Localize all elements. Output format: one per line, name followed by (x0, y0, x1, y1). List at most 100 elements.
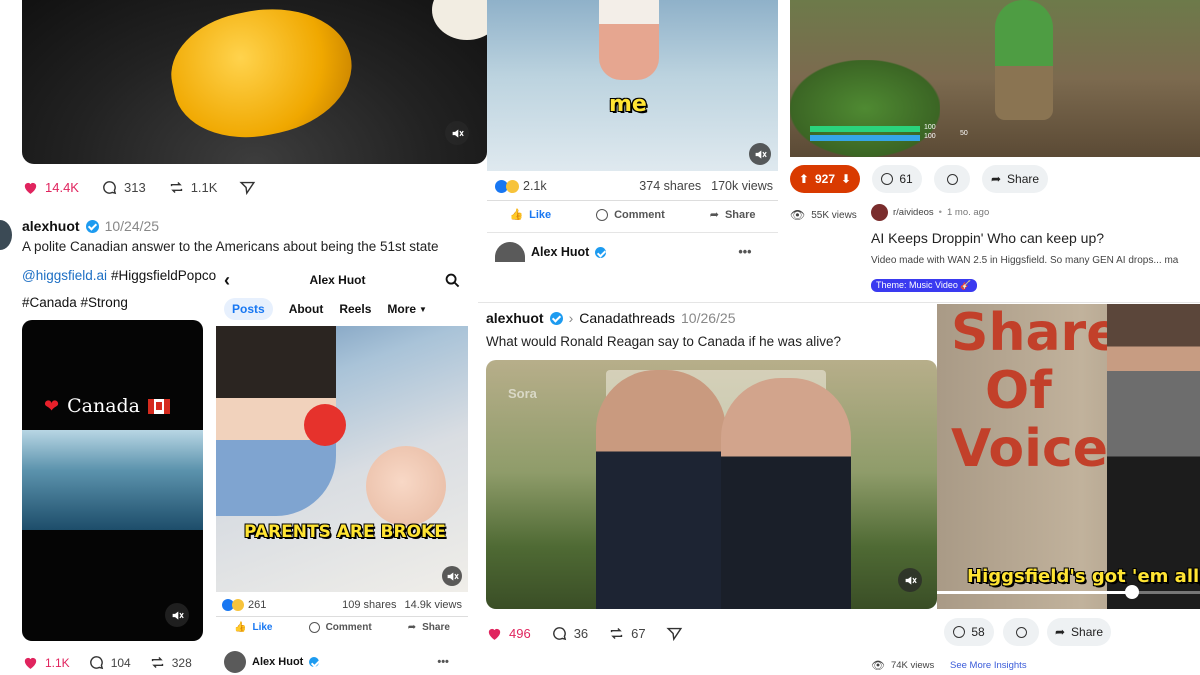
comment-button[interactable]: Comment (308, 622, 372, 633)
hashtag-link[interactable]: #HiggsfieldPopcorn (111, 268, 217, 283)
like-button[interactable]: 14.4K (22, 179, 79, 196)
repost-button[interactable]: 67 (608, 625, 646, 642)
progress-handle[interactable] (1125, 585, 1139, 599)
tab-about[interactable]: About (289, 302, 324, 316)
verified-icon (549, 311, 563, 325)
share-of-voice-video[interactable]: Share Of Voice Higgsfield's got 'em all, (937, 304, 1200, 609)
fb-profile-tabs: Posts About Reels More ▼ (224, 298, 427, 320)
more-options-icon[interactable]: ••• (738, 245, 751, 259)
comment-count: 61 (899, 172, 913, 186)
comments-button[interactable]: 58 (944, 618, 994, 646)
share-view-stats: 109 shares 14.9k views (342, 599, 462, 611)
more-options-icon[interactable]: ••• (437, 656, 449, 668)
repost-count: 67 (631, 626, 646, 641)
standing-man (1107, 304, 1200, 609)
comment-button[interactable]: 104 (88, 654, 131, 671)
game-video[interactable]: 100 100 50 (790, 0, 1200, 157)
username[interactable]: alexhuot (22, 218, 80, 234)
reagan-video[interactable]: Sora (486, 360, 937, 609)
comment-button[interactable]: Comment (596, 208, 665, 221)
underwater-image (22, 430, 203, 530)
popcorn-actions: 14.4K 313 1.1K (22, 179, 256, 196)
like-button[interactable]: 👍 Like (234, 622, 272, 633)
wall-word: Of (985, 361, 1052, 421)
subreddit-avatar[interactable] (871, 204, 888, 221)
mute-icon[interactable] (898, 568, 922, 592)
verified-icon (85, 219, 99, 233)
like-button[interactable]: 496 (486, 625, 531, 642)
send-icon (666, 627, 682, 642)
comment-button[interactable]: 313 (101, 179, 146, 196)
send-button[interactable] (239, 179, 256, 196)
comment-count: 58 (971, 625, 985, 639)
search-icon[interactable] (445, 273, 460, 288)
author-name[interactable]: Alex Huot (252, 656, 303, 668)
vote-button[interactable]: ⬆ 927 ⬇ (790, 165, 860, 193)
subreddit-name[interactable]: r/aivideos (893, 207, 934, 218)
award-button[interactable] (1003, 618, 1039, 646)
share-button[interactable]: ➦ Share (982, 165, 1048, 193)
like-button[interactable]: 1.1K (22, 654, 70, 671)
tab-reels[interactable]: Reels (339, 302, 371, 316)
comment-icon (103, 181, 117, 195)
share-count[interactable]: 109 shares (342, 599, 396, 611)
share-label: Share (1071, 625, 1104, 639)
mention-link[interactable]: @higgsfield.ai (22, 268, 107, 283)
share-button[interactable]: ➦ Share (710, 208, 756, 222)
heart-icon (24, 657, 37, 669)
comments-button[interactable]: 61 (872, 165, 922, 193)
share-label: Share (1007, 172, 1040, 186)
avatar[interactable] (495, 242, 525, 262)
comment-icon (308, 622, 320, 633)
popcorn-video[interactable] (22, 0, 487, 164)
back-icon[interactable]: ‹ (224, 270, 230, 291)
mute-icon[interactable] (442, 566, 462, 586)
tab-posts[interactable]: Posts (224, 298, 273, 320)
avatar[interactable] (224, 651, 246, 673)
eye-icon: 👁 (871, 660, 885, 672)
like-button[interactable]: 👍 Like (509, 208, 551, 222)
popcorn-kernel (160, 0, 364, 153)
share-count[interactable]: 374 shares (639, 179, 701, 193)
view-count: 170k views (711, 179, 773, 193)
post-tags-line1: @higgsfield.ai #HiggsfieldPopcorn (22, 268, 217, 283)
share-button[interactable]: ➦ Share (408, 622, 450, 633)
award-icon (1015, 626, 1027, 638)
reactions[interactable]: 261 (222, 599, 266, 611)
send-button[interactable] (666, 625, 683, 642)
canada-video[interactable]: ❤ Canada (22, 320, 203, 641)
subreddit-row: r/aivideos • 1 mo. ago (871, 204, 989, 221)
like-count: 1.1K (45, 655, 70, 670)
view-stats: 👁 74K views (871, 659, 934, 672)
wall-text: Share Of Voice (951, 304, 1121, 478)
post-tags-line2[interactable]: #Canada #Strong (22, 295, 128, 310)
divider (487, 232, 778, 233)
video-caption: PARENTS ARE BROKE (244, 522, 446, 542)
post-title[interactable]: AI Keeps Droppin' Who can keep up? (871, 230, 1104, 246)
hud-value: 100 (924, 133, 936, 140)
tab-more[interactable]: More ▼ (387, 302, 427, 316)
insights-link[interactable]: See More Insights (950, 660, 1027, 671)
downvote-icon[interactable]: ⬇ (841, 172, 851, 186)
repost-button[interactable]: 1.1K (168, 179, 217, 196)
award-button[interactable] (934, 165, 970, 193)
hud-value: 100 (924, 124, 936, 131)
reactions[interactable]: 2.1k (495, 179, 547, 193)
share-button[interactable]: ➦ Share (1047, 618, 1111, 646)
post-flair[interactable]: Theme: Music Video 🎸 (871, 279, 977, 292)
username[interactable]: alexhuot (486, 310, 544, 326)
mute-icon[interactable] (165, 603, 189, 627)
mute-icon[interactable] (749, 143, 771, 165)
repost-icon (611, 628, 623, 639)
parents-broke-video[interactable]: PARENTS ARE BROKE (216, 326, 468, 592)
author-name[interactable]: Alex Huot (531, 245, 589, 259)
page-name: Alex Huot (309, 273, 366, 287)
comment-button[interactable]: 36 (551, 625, 588, 642)
mute-icon[interactable] (445, 121, 469, 145)
verified-icon (309, 657, 320, 667)
channel-name[interactable]: Canadathreads (579, 310, 675, 326)
repost-button[interactable]: 328 (149, 654, 192, 671)
baby-walking-video[interactable]: me (487, 0, 778, 171)
upvote-icon: ⬆ (798, 172, 809, 186)
avatar[interactable] (0, 220, 12, 250)
